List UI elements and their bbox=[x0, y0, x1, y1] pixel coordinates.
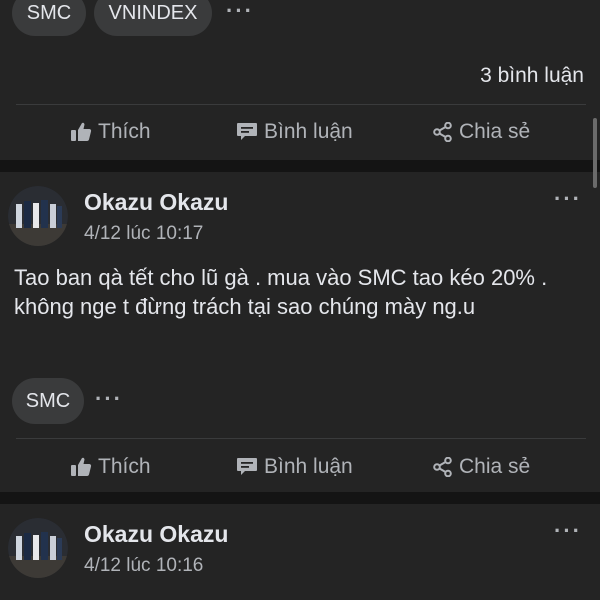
comment-label: Bình luận bbox=[264, 455, 353, 478]
avatar-image bbox=[8, 186, 68, 246]
tag-chip-vnindex[interactable]: VNINDEX bbox=[94, 0, 212, 36]
author-avatar[interactable] bbox=[8, 186, 68, 246]
comment-button[interactable]: Bình luận bbox=[236, 455, 353, 479]
post-timestamp[interactable]: 4/12 lúc 10:17 bbox=[84, 223, 203, 245]
share-icon bbox=[433, 457, 452, 477]
share-button[interactable]: Chia sẻ bbox=[433, 455, 530, 479]
share-label: Chia sẻ bbox=[459, 455, 531, 478]
like-button[interactable]: Thích bbox=[70, 120, 151, 144]
post-separator bbox=[0, 492, 600, 504]
like-label: Thích bbox=[98, 120, 151, 143]
divider bbox=[16, 438, 586, 439]
like-button[interactable]: Thích bbox=[70, 455, 151, 479]
share-button[interactable]: Chia sẻ bbox=[433, 120, 530, 144]
author-name[interactable]: Okazu Okazu bbox=[84, 189, 228, 216]
post-separator bbox=[0, 160, 600, 172]
tag-chip-smc[interactable]: SMC bbox=[12, 0, 86, 36]
post-card-1: SMC VNINDEX ··· 3 bình luận Thích Bình l… bbox=[0, 0, 600, 160]
share-icon bbox=[433, 122, 452, 142]
thumbs-up-icon bbox=[71, 457, 92, 476]
thumbs-up-icon bbox=[71, 122, 92, 141]
post-timestamp[interactable]: 4/12 lúc 10:16 bbox=[84, 555, 203, 577]
comment-icon bbox=[237, 458, 257, 475]
post-options-icon[interactable]: ··· bbox=[554, 518, 582, 544]
author-name[interactable]: Okazu Okazu bbox=[84, 521, 228, 548]
comments-count[interactable]: 3 bình luận bbox=[480, 64, 584, 88]
divider bbox=[16, 104, 586, 105]
post-options-icon[interactable]: ··· bbox=[554, 186, 582, 212]
post-text: Tao ban qà tết cho lũ gà . mua vào SMC t… bbox=[14, 265, 548, 319]
more-tags-icon[interactable]: ··· bbox=[226, 0, 254, 24]
like-label: Thích bbox=[98, 455, 151, 478]
share-label: Chia sẻ bbox=[459, 120, 531, 143]
scrollbar-thumb[interactable] bbox=[593, 118, 597, 188]
tag-chip-smc[interactable]: SMC bbox=[12, 378, 84, 424]
author-avatar[interactable] bbox=[8, 518, 68, 578]
post-card-3: Okazu Okazu 4/12 lúc 10:16 ··· bbox=[0, 504, 600, 600]
avatar-image bbox=[8, 518, 68, 578]
comment-button[interactable]: Bình luận bbox=[236, 120, 353, 144]
post-card-2: Okazu Okazu 4/12 lúc 10:17 ··· Tao ban q… bbox=[0, 172, 600, 492]
comment-icon bbox=[237, 123, 257, 140]
comment-label: Bình luận bbox=[264, 120, 353, 143]
more-tags-icon[interactable]: ··· bbox=[95, 386, 123, 412]
